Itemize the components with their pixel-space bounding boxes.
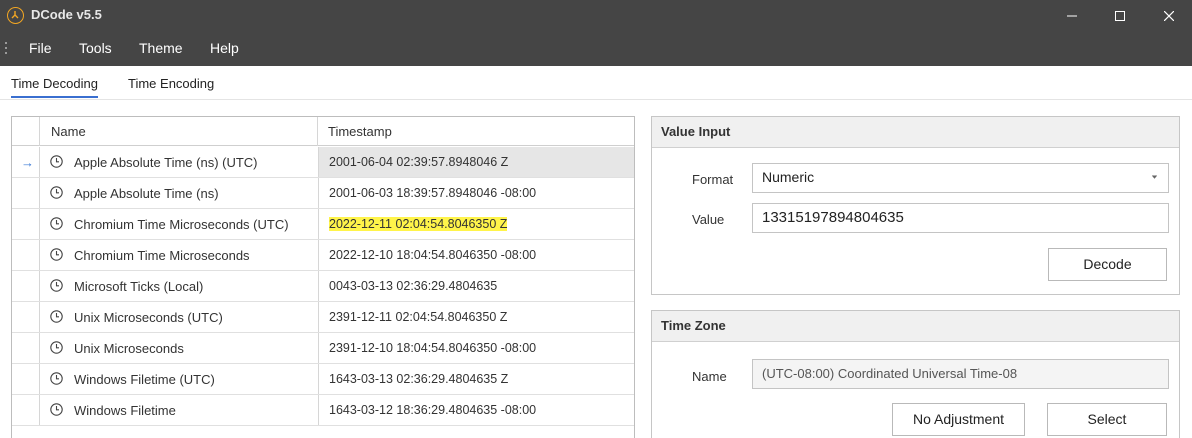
window-title: DCode v5.5 [31, 7, 102, 22]
clock-icon [50, 217, 63, 230]
row-timestamp: 0043-03-13 02:36:29.4804635 [329, 279, 498, 293]
clock-icon [50, 310, 63, 323]
clock-icon [50, 186, 63, 199]
row-timestamp: 2391-12-11 02:04:54.8046350 Z [329, 310, 508, 324]
row-timestamp: 1643-03-12 18:36:29.4804635 -08:00 [329, 403, 537, 417]
row-name: Windows Filetime [74, 403, 176, 418]
time-zone-panel: Time Zone Name (UTC-08:00) Coordinated U… [651, 310, 1180, 438]
table-row[interactable]: Microsoft Ticks (Local) 0043-03-13 02:36… [12, 271, 634, 302]
column-header-name[interactable]: Name [51, 124, 86, 139]
table-row[interactable]: Windows Filetime (UTC) 1643-03-13 02:36:… [12, 364, 634, 395]
row-name: Unix Microseconds [74, 341, 184, 356]
tab-time-encoding[interactable]: Time Encoding [128, 76, 214, 91]
row-timestamp: 2022-12-10 18:04:54.8046350 -08:00 [329, 248, 537, 262]
table-row[interactable]: → Apple Absolute Time (ns) (UTC) 2001-06… [12, 147, 634, 178]
clock-icon [50, 403, 63, 416]
menu-tools[interactable]: Tools [79, 40, 112, 56]
row-name: Apple Absolute Time (ns) [74, 186, 219, 201]
row-name: Chromium Time Microseconds [74, 248, 250, 263]
row-selector-arrow-icon: → [21, 155, 34, 170]
table-row[interactable]: Apple Absolute Time (ns) 2001-06-03 18:3… [12, 178, 634, 209]
table-row[interactable]: Chromium Time Microseconds 2022-12-10 18… [12, 240, 634, 271]
clock-icon [50, 341, 63, 354]
row-timestamp: 1643-03-13 02:36:29.4804635 Z [329, 372, 509, 386]
table-row[interactable]: Unix Microseconds 2391-12-10 18:04:54.80… [12, 333, 634, 364]
decode-button[interactable]: Decode [1048, 248, 1167, 281]
results-grid: Name Timestamp → Apple Absolute Time (ns… [11, 116, 635, 438]
maximize-button[interactable] [1097, 0, 1143, 32]
row-name: Unix Microseconds (UTC) [74, 310, 223, 325]
row-name: Apple Absolute Time (ns) (UTC) [74, 155, 258, 170]
no-adjustment-button[interactable]: No Adjustment [892, 403, 1025, 436]
clock-icon [50, 155, 63, 168]
title-bar: DCode v5.5 [0, 0, 1192, 32]
row-name: Microsoft Ticks (Local) [74, 279, 204, 294]
minimize-icon [1067, 15, 1077, 17]
row-selector-header [12, 117, 40, 146]
table-row[interactable]: Windows Filetime 1643-03-12 18:36:29.480… [12, 395, 634, 426]
table-row[interactable]: Unix Microseconds (UTC) 2391-12-11 02:04… [12, 302, 634, 333]
clock-icon [50, 248, 63, 261]
row-name: Chromium Time Microseconds (UTC) [74, 217, 289, 232]
time-zone-name-field: (UTC-08:00) Coordinated Universal Time-0… [752, 359, 1169, 389]
time-zone-name-label: Name [692, 369, 727, 384]
menu-bar: File Tools Theme Help [0, 32, 1192, 66]
format-dropdown[interactable]: Numeric [752, 163, 1169, 193]
menu-grip-icon [5, 42, 7, 56]
value-input[interactable]: 13315197894804635 [752, 203, 1169, 233]
close-icon [1164, 11, 1174, 21]
row-timestamp: 2001-06-03 18:39:57.8948046 -08:00 [329, 186, 537, 200]
row-timestamp-highlighted: 2022-12-11 02:04:54.8046350 Z [329, 217, 508, 231]
maximize-icon [1115, 11, 1125, 21]
app-logo-icon [7, 7, 24, 24]
minimize-button[interactable] [1049, 0, 1095, 32]
tab-time-decoding[interactable]: Time Decoding [11, 76, 98, 98]
table-row[interactable]: Chromium Time Microseconds (UTC) 2022-12… [12, 209, 634, 240]
value-input-panel: Value Input Format Numeric Value 1331519… [651, 116, 1180, 295]
tab-bar: Time Decoding Time Encoding [0, 66, 1192, 100]
row-timestamp: 2001-06-04 02:39:57.8948046 Z [329, 155, 509, 169]
column-header-timestamp[interactable]: Timestamp [328, 124, 392, 139]
menu-theme[interactable]: Theme [139, 40, 183, 56]
chevron-down-icon [1152, 175, 1157, 179]
clock-icon [50, 279, 63, 292]
close-button[interactable] [1146, 0, 1192, 32]
format-dropdown-value: Numeric [762, 169, 815, 185]
value-label: Value [692, 212, 725, 227]
clock-icon [50, 372, 63, 385]
format-label: Format [692, 172, 734, 187]
select-button[interactable]: Select [1047, 403, 1167, 436]
grid-header: Name Timestamp [12, 117, 634, 146]
menu-help[interactable]: Help [210, 40, 239, 56]
app-window: DCode v5.5 File Tools Theme Help Time De… [0, 0, 1192, 438]
menu-file[interactable]: File [29, 40, 52, 56]
row-name: Windows Filetime (UTC) [74, 372, 215, 387]
time-zone-title: Time Zone [652, 311, 1179, 342]
value-input-title: Value Input [652, 117, 1179, 148]
row-timestamp: 2391-12-10 18:04:54.8046350 -08:00 [329, 341, 537, 355]
